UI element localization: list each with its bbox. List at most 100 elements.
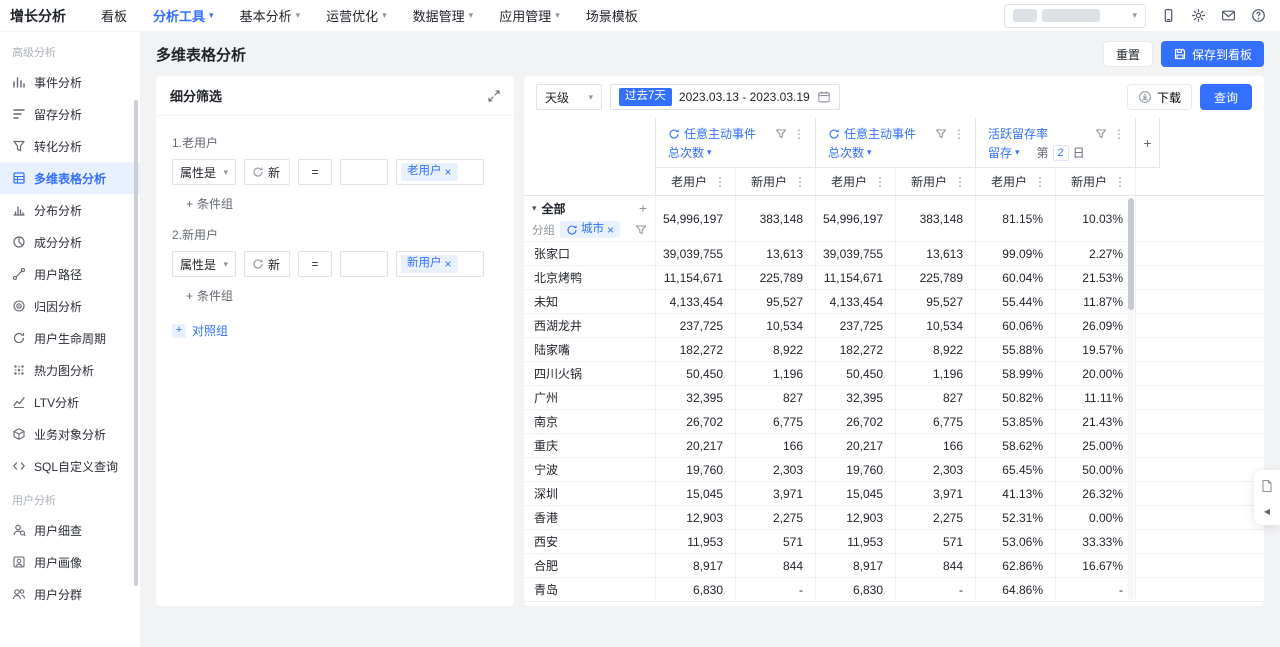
column-group-title[interactable]: 任意主动事件 (844, 125, 916, 142)
nav-item-1[interactable]: 分析工具▾ (140, 0, 227, 31)
kebab-menu-icon[interactable]: ⋮ (1112, 176, 1128, 188)
gear-icon[interactable] (1191, 8, 1206, 23)
query-button[interactable]: 查询 (1200, 84, 1252, 110)
kebab-menu-icon[interactable]: ⋮ (712, 176, 728, 188)
kebab-menu-icon[interactable]: ⋮ (792, 176, 808, 188)
filter-icon[interactable] (635, 224, 647, 236)
table-scrollbar[interactable] (1128, 198, 1134, 600)
mail-icon[interactable] (1221, 8, 1236, 23)
kebab-menu-icon[interactable]: ⋮ (791, 128, 807, 140)
filter-value-tags[interactable]: 新用户× (396, 251, 484, 277)
sidebar-item-0-4[interactable]: 分布分析 (0, 194, 140, 226)
event-select[interactable]: 新 (244, 251, 290, 277)
app-selector[interactable]: ▾ (1004, 4, 1146, 28)
sidebar-item-0-8[interactable]: 用户生命周期 (0, 322, 140, 354)
sidebar-item-0-11[interactable]: 业务对象分析 (0, 418, 140, 450)
nav-item-6[interactable]: 场景模板 (573, 0, 651, 31)
conversion-analysis-icon (12, 139, 26, 153)
event-select[interactable]: 新 (244, 159, 290, 185)
filter-icon[interactable] (775, 128, 787, 140)
property-type-select[interactable]: 属性是▾ (172, 159, 236, 185)
operator-select[interactable]: = (298, 159, 332, 185)
column-group-0: 任意主动事件⋮总次数▾ (656, 118, 816, 168)
save-to-dashboard-button[interactable]: 保存到看板 (1161, 41, 1264, 67)
remove-tag-icon[interactable]: × (445, 166, 452, 178)
operator-select[interactable]: = (298, 251, 332, 277)
help-icon[interactable] (1251, 8, 1266, 23)
sidebar-item-1-2[interactable]: 用户分群 (0, 578, 140, 610)
group-by-tag[interactable]: 城市 × (560, 221, 620, 239)
column-group-title-row: 活跃留存率 ⋮ (988, 125, 1127, 142)
sidebar-item-0-7[interactable]: 归因分析 (0, 290, 140, 322)
collapse-panel-icon[interactable] (488, 90, 500, 102)
granularity-select[interactable]: 天级 ▾ (536, 84, 602, 110)
sidebar: 高级分析事件分析留存分析转化分析多维表格分析分布分析成分分析用户路径归因分析用户… (0, 32, 140, 647)
day-value[interactable]: 2 (1053, 145, 1069, 161)
chevron-left-icon[interactable]: ◀ (1264, 507, 1270, 516)
add-condition-group-button[interactable]: +条件组 (186, 287, 498, 304)
sidebar-item-0-3[interactable]: 多维表格分析 (0, 162, 140, 194)
cell-value: 11,154,671 (656, 266, 736, 289)
topbar-icons (1161, 8, 1266, 23)
sidebar-item-0-5[interactable]: 成分分析 (0, 226, 140, 258)
kebab-menu-icon[interactable]: ⋮ (1111, 128, 1127, 140)
nav-item-0[interactable]: 看板 (88, 0, 140, 31)
metric-selector[interactable]: 总次数 (668, 144, 704, 161)
filter-icon[interactable] (1095, 128, 1107, 140)
kebab-menu-icon[interactable]: ⋮ (872, 176, 888, 188)
sidebar-item-0-2[interactable]: 转化分析 (0, 130, 140, 162)
side-drawer-handle[interactable]: ◀ (1254, 470, 1280, 525)
filter-value-input[interactable] (340, 251, 388, 277)
property-type-select[interactable]: 属性是▾ (172, 251, 236, 277)
sidebar-item-1-1[interactable]: 用户画像 (0, 546, 140, 578)
add-condition-group-button[interactable]: +条件组 (186, 195, 498, 212)
filter-icon[interactable] (935, 128, 947, 140)
date-range-picker[interactable]: 过去7天 2023.03.13 - 2023.03.19 (610, 84, 840, 110)
sub-header-4[interactable]: 老用户⋮ (976, 168, 1056, 195)
sub-header-0[interactable]: 老用户⋮ (656, 168, 736, 195)
table-row: 西安11,95357111,95357153.06%33.33% (524, 530, 1264, 554)
kebab-menu-icon[interactable]: ⋮ (951, 128, 967, 140)
table-scrollbar-thumb[interactable] (1128, 198, 1134, 310)
user-inspect-icon (12, 523, 26, 537)
cell-value: 15,045 (656, 482, 736, 505)
metric-selector[interactable]: 总次数 (828, 144, 864, 161)
remove-tag-icon[interactable]: × (445, 258, 452, 270)
nav-item-3[interactable]: 运营优化▾ (313, 0, 400, 31)
sidebar-item-1-0[interactable]: 用户细查 (0, 514, 140, 546)
event-icon (566, 224, 578, 236)
add-column-button[interactable]: + (1136, 118, 1160, 168)
filter-value-tags[interactable]: 老用户× (396, 159, 484, 185)
expand-caret-icon[interactable]: ▾ (532, 203, 537, 214)
sidebar-item-0-9[interactable]: 热力图分析 (0, 354, 140, 386)
sub-header-3[interactable]: 新用户⋮ (896, 168, 976, 195)
nav-item-4[interactable]: 数据管理▾ (400, 0, 487, 31)
sidebar-item-0-0[interactable]: 事件分析 (0, 66, 140, 98)
sidebar-item-0-10[interactable]: LTV分析 (0, 386, 140, 418)
download-button[interactable]: 下载 (1127, 84, 1192, 110)
sub-header-2[interactable]: 老用户⋮ (816, 168, 896, 195)
reset-button[interactable]: 重置 (1103, 41, 1153, 67)
kebab-menu-icon[interactable]: ⋮ (952, 176, 968, 188)
remove-tag-icon[interactable]: × (607, 224, 614, 236)
add-compare-group-button[interactable]: +对照组 (172, 322, 498, 339)
add-group-icon[interactable]: + (639, 201, 647, 215)
nav-item-5[interactable]: 应用管理▾ (486, 0, 573, 31)
sidebar-scrollbar[interactable] (134, 100, 138, 586)
nav-item-2[interactable]: 基本分析▾ (227, 0, 314, 31)
filter-value-input[interactable] (340, 159, 388, 185)
table-row: 深圳15,0453,97115,0453,97141.13%26.32% (524, 482, 1264, 506)
sidebar-item-0-1[interactable]: 留存分析 (0, 98, 140, 130)
metric-selector[interactable]: 留存 (988, 144, 1012, 161)
sub-header-5[interactable]: 新用户⋮ (1056, 168, 1136, 195)
column-group-title[interactable]: 任意主动事件 (684, 125, 756, 142)
mobile-icon[interactable] (1161, 8, 1176, 23)
sidebar-item-0-12[interactable]: SQL自定义查询 (0, 450, 140, 482)
kebab-menu-icon[interactable]: ⋮ (1032, 176, 1048, 188)
column-group-title[interactable]: 活跃留存率 (988, 125, 1048, 142)
cell-value: 11,953 (816, 530, 896, 553)
sidebar-item-0-6[interactable]: 用户路径 (0, 258, 140, 290)
retention-day-selector[interactable]: 第2日 (1037, 144, 1085, 161)
user-portrait-icon (12, 555, 26, 569)
sub-header-1[interactable]: 新用户⋮ (736, 168, 816, 195)
